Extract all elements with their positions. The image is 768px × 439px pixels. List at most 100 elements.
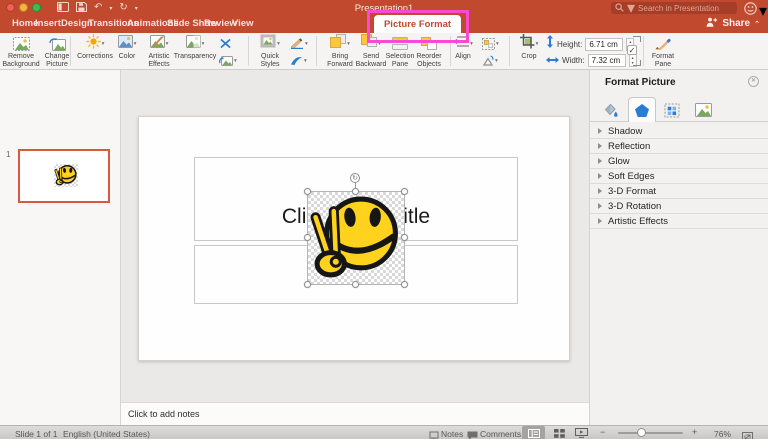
width-arrows-icon (546, 51, 559, 69)
width-label: Width: (562, 55, 585, 65)
expand-arrow-icon (598, 203, 602, 209)
resize-handle-nw[interactable] (304, 188, 311, 195)
zoom-slider-thumb[interactable] (637, 428, 646, 437)
align-button[interactable]: ▾ Align (448, 35, 478, 61)
width-input[interactable] (587, 53, 626, 67)
panel-close-icon[interactable]: ✕ (748, 76, 759, 87)
resize-handle-e[interactable] (401, 234, 408, 241)
slide-thumbnail-panel: 1 (0, 70, 121, 425)
reset-picture-button[interactable]: ▾ (219, 54, 237, 67)
zoom-percent[interactable]: 76% (714, 429, 731, 439)
picture-border-icon (290, 38, 303, 49)
width-control: Width: ▴▾ (546, 53, 637, 67)
tab-view[interactable]: View (232, 18, 253, 29)
reorder-objects-icon (421, 35, 437, 52)
size-properties-icon (664, 103, 680, 117)
transparency-icon (185, 34, 201, 53)
slideshow-view-button[interactable] (570, 426, 593, 439)
resize-handle-sw[interactable] (304, 281, 311, 288)
remove-background-button[interactable]: Remove Background (1, 35, 41, 70)
section-soft-edges[interactable]: Soft Edges (590, 169, 768, 184)
section-shadow[interactable]: Shadow (590, 124, 768, 139)
reorder-objects-button[interactable]: Reorder Objects (412, 35, 446, 70)
lock-aspect-ratio-checkbox[interactable]: ✓ (627, 45, 637, 55)
group-objects-button[interactable]: ▾ (482, 37, 499, 50)
quick-styles-icon (260, 34, 276, 53)
picture-border-button[interactable]: ▾ (290, 37, 308, 50)
picture-effects-caret-icon: ▾ (304, 57, 307, 64)
lock-aspect-ratio-control: ✓ (627, 36, 641, 66)
zoom-slider-track[interactable] (618, 432, 683, 434)
tab-fill-line[interactable] (596, 99, 624, 121)
corrections-button[interactable]: ▾ Corrections (75, 33, 115, 61)
slide[interactable]: Click to add title ↻ (138, 116, 570, 361)
share-button[interactable]: Share ⌃ (706, 17, 760, 30)
resize-handle-se[interactable] (401, 281, 408, 288)
zoom-out-button[interactable]: − (600, 427, 605, 437)
tab-picture[interactable] (689, 99, 717, 121)
transparency-button[interactable]: ▾ Transparency (172, 34, 218, 61)
notes-area[interactable]: Click to add notes (121, 402, 589, 425)
transparency-caret-icon: ▾ (201, 40, 205, 47)
group-objects-icon (482, 37, 495, 50)
align-caret-icon: ▾ (470, 40, 473, 47)
picture-border-caret-icon: ▾ (305, 40, 308, 47)
tab-insert[interactable]: Insert (35, 18, 61, 29)
picture-effects-icon (291, 57, 302, 65)
section-reflection[interactable]: Reflection (590, 139, 768, 154)
fit-to-window-icon[interactable] (742, 429, 753, 439)
tab-picture-format[interactable]: Picture Format (374, 15, 461, 33)
slide-thumbnail[interactable] (18, 149, 110, 203)
language-status[interactable]: English (United States) (63, 429, 150, 439)
slide-sorter-icon (554, 428, 565, 438)
format-pane-button[interactable]: Format Pane (646, 35, 680, 70)
expand-arrow-icon (598, 188, 602, 194)
resize-handle-s[interactable] (352, 281, 359, 288)
resize-handle-ne[interactable] (401, 188, 408, 195)
resize-handle-w[interactable] (304, 234, 311, 241)
height-control: Height: ▴▾ (546, 35, 635, 51)
corrections-caret-icon: ▾ (101, 40, 105, 47)
smiley-peace-image (310, 196, 398, 278)
share-person-icon (706, 17, 718, 30)
picture-tab-icon (694, 103, 712, 117)
format-pane-brush-icon (654, 35, 672, 52)
share-caret-icon: ⌃ (754, 20, 760, 28)
resize-handle-n[interactable] (352, 188, 359, 195)
rotate-button[interactable]: ▾ (482, 54, 499, 67)
expand-arrow-icon (598, 143, 602, 149)
format-panel-tabs (590, 95, 768, 122)
comments-toggle-button[interactable]: Comments (480, 429, 521, 439)
tab-size-properties[interactable] (658, 99, 686, 121)
color-button[interactable]: ▾ Color (111, 34, 143, 61)
notes-icon (429, 428, 439, 439)
slide-sorter-view-button[interactable] (548, 426, 571, 439)
section-3d-format[interactable]: 3-D Format (590, 184, 768, 199)
quick-styles-button[interactable]: ▾ Quick Styles (252, 34, 288, 70)
crop-caret-icon: ▾ (535, 40, 539, 47)
section-artistic-effects[interactable]: Artistic Effects (590, 214, 768, 229)
quick-styles-caret-icon: ▾ (277, 40, 280, 47)
notes-toggle-button[interactable]: Notes (441, 429, 463, 439)
search-input[interactable] (638, 3, 739, 13)
selected-picture[interactable]: ↻ (304, 173, 408, 288)
tab-effects[interactable] (628, 97, 656, 122)
normal-view-button[interactable] (522, 426, 545, 439)
change-picture-button[interactable]: Change Picture (41, 35, 73, 70)
change-picture-icon (48, 35, 66, 52)
rotation-handle[interactable]: ↻ (350, 173, 360, 183)
rotate-caret-icon: ▾ (495, 57, 498, 64)
zoom-in-button[interactable]: + (692, 427, 697, 437)
picture-effects-button[interactable]: ▾ (290, 54, 308, 67)
group-caret-icon: ▾ (496, 40, 499, 47)
reset-size-icon (220, 39, 231, 48)
search-box[interactable]: ▾ (611, 0, 739, 17)
send-backward-icon (361, 34, 378, 53)
height-input[interactable] (585, 37, 624, 51)
crop-button[interactable]: ▾ Crop (514, 33, 544, 61)
artistic-effects-button[interactable]: ▾ Artistic Effects (144, 34, 174, 70)
section-3d-rotation[interactable]: 3-D Rotation (590, 199, 768, 214)
section-glow[interactable]: Glow (590, 154, 768, 169)
reset-picture-caret-icon: ▾ (234, 57, 237, 64)
reset-size-button[interactable] (219, 37, 237, 50)
